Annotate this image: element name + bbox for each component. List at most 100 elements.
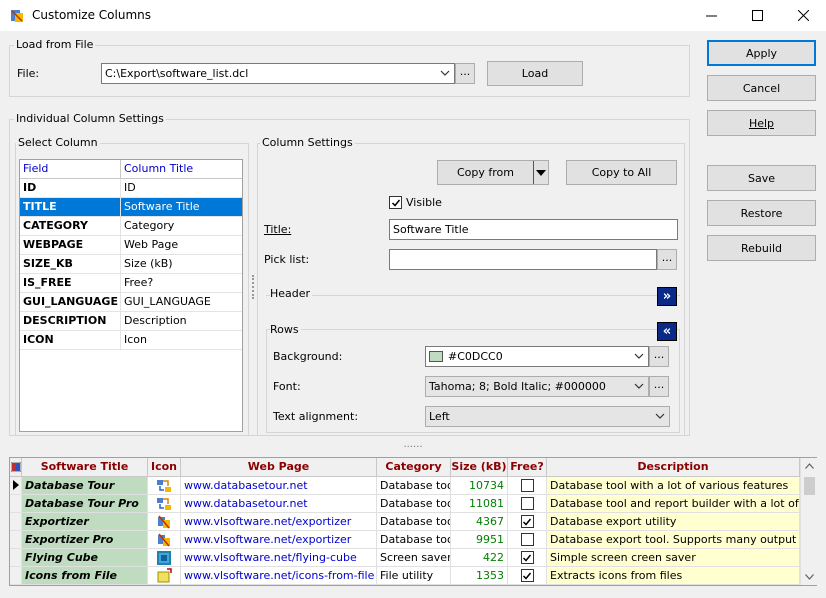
grid-header-title[interactable]: Software Title — [22, 458, 148, 476]
row-indicator[interactable] — [10, 495, 22, 512]
title-label: Title: — [264, 223, 292, 236]
picklist-label: Pick list: — [264, 253, 310, 266]
text-alignment-combo[interactable]: Left — [425, 406, 670, 427]
field-list-row[interactable]: DESCRIPTION Description — [20, 312, 242, 331]
rebuild-button[interactable]: Rebuild — [707, 235, 816, 261]
header-section-label: Header — [270, 287, 313, 300]
grid-cell-title: Icons from File — [22, 567, 148, 584]
field-name: WEBPAGE — [20, 236, 121, 254]
grid-row[interactable]: Flying Cube www.vlsoftware.net/flying-cub… — [10, 549, 800, 567]
field-list-header: Field Column Title — [20, 160, 242, 179]
visible-check-box[interactable] — [389, 196, 402, 209]
close-button[interactable] — [780, 0, 826, 31]
app-icon — [11, 10, 23, 22]
grid-cell-free[interactable] — [508, 531, 547, 548]
maximize-icon — [751, 10, 763, 21]
grid-cell-webpage[interactable]: www.vlsoftware.net/icons-from-file — [181, 567, 377, 584]
font-combo[interactable]: Tahoma; 8; Bold Italic; #000000 — [425, 376, 649, 397]
grid-cell-free[interactable] — [508, 567, 547, 584]
expand-icon: » — [662, 289, 672, 304]
title-input[interactable]: Software Title — [389, 219, 678, 240]
row-indicator[interactable] — [10, 477, 22, 494]
scroll-up-icon[interactable] — [805, 463, 814, 469]
grid-header-webpage[interactable]: Web Page — [181, 458, 377, 476]
free-checkbox[interactable] — [520, 497, 534, 510]
minimize-button[interactable] — [688, 0, 734, 31]
file-path-combo[interactable]: C:\Export\software_list.dcl — [101, 63, 455, 84]
field-name: CATEGORY — [20, 217, 121, 235]
grid-cell-description: Database export tool. Supports many outp… — [547, 531, 800, 548]
text-alignment-value: Left — [429, 410, 450, 423]
maximize-button[interactable] — [734, 0, 780, 31]
field-list-row[interactable]: ICON Icon — [20, 331, 242, 350]
grid-cell-webpage[interactable]: www.databasetour.net — [181, 495, 377, 512]
free-checkbox[interactable] — [520, 551, 534, 564]
free-checkbox[interactable] — [520, 569, 534, 582]
field-list-row[interactable]: GUI_LANGUAGE GUI_LANGUAGE — [20, 293, 242, 312]
grid-header-free[interactable]: Free? — [508, 458, 547, 476]
grid-menu-icon — [11, 462, 21, 472]
grid-header-category[interactable]: Category — [377, 458, 451, 476]
grid-row[interactable]: Database Tour www.databasetour.net Databas… — [10, 477, 800, 495]
field-list-row[interactable]: WEBPAGE Web Page — [20, 236, 242, 255]
field-list-row[interactable]: TITLE Software Title — [20, 198, 242, 217]
field-list-row[interactable]: CATEGORY Category — [20, 217, 242, 236]
field-list-row[interactable]: SIZE_KB Size (kB) — [20, 255, 242, 274]
preview-grid[interactable]: Software Title Icon Web Page Category Si… — [9, 457, 817, 586]
grid-row[interactable]: Database Tour Pro www.databasetour.net Dat… — [10, 495, 800, 513]
grid-row[interactable]: Exportizer www.vlsoftware.net/exportizer D… — [10, 513, 800, 531]
grid-vertical-scrollbar[interactable] — [800, 458, 817, 585]
field-list-row[interactable]: IS_FREE Free? — [20, 274, 242, 293]
free-checkbox[interactable] — [520, 515, 534, 528]
file-browse-button[interactable]: ... — [455, 63, 475, 84]
field-name: TITLE — [20, 198, 121, 216]
grid-header-description[interactable]: Description — [547, 458, 800, 476]
field-column-title: Software Title — [124, 200, 200, 213]
grid-row[interactable]: Exportizer Pro www.vlsoftware.net/exporti… — [10, 531, 800, 549]
vertical-splitter[interactable] — [252, 275, 255, 299]
rows-collapse-button[interactable]: « — [657, 322, 677, 341]
grid-cell-title: Exportizer Pro — [22, 531, 148, 548]
visible-checkbox[interactable]: Visible — [389, 196, 442, 209]
load-button[interactable]: Load — [487, 61, 583, 86]
cancel-button[interactable]: Cancel — [707, 75, 816, 101]
grid-cell-webpage[interactable]: www.vlsoftware.net/exportizer — [181, 513, 377, 530]
free-checkbox[interactable] — [520, 533, 534, 546]
apply-button[interactable]: Apply — [707, 40, 816, 66]
row-indicator[interactable] — [10, 567, 22, 584]
field-column-title: Web Page — [124, 238, 179, 251]
picklist-input[interactable] — [389, 249, 657, 270]
background-browse-button[interactable]: ... — [649, 346, 669, 367]
horizontal-splitter[interactable]: ...... — [400, 440, 426, 450]
picklist-browse-button[interactable]: ... — [657, 249, 677, 270]
row-indicator[interactable] — [10, 513, 22, 530]
row-indicator[interactable] — [10, 531, 22, 548]
restore-button[interactable]: Restore — [707, 200, 816, 226]
grid-cell-webpage[interactable]: www.vlsoftware.net/exportizer — [181, 531, 377, 548]
row-indicator[interactable] — [10, 549, 22, 566]
grid-cell-size: 11081 — [451, 495, 508, 512]
scroll-thumb[interactable] — [804, 477, 815, 495]
scroll-down-icon[interactable] — [805, 574, 814, 580]
grid-header-size[interactable]: Size (kB) — [451, 458, 508, 476]
save-button[interactable]: Save — [707, 165, 816, 191]
grid-cell-free[interactable] — [508, 513, 547, 530]
grid-cell-size: 9951 — [451, 531, 508, 548]
grid-header-icon[interactable]: Icon — [148, 458, 181, 476]
grid-cell-free[interactable] — [508, 477, 547, 494]
grid-row[interactable]: Icons from File www.vlsoftware.net/icons-… — [10, 567, 800, 585]
grid-cell-free[interactable] — [508, 495, 547, 512]
grid-cell-webpage[interactable]: www.databasetour.net — [181, 477, 377, 494]
grid-cell-free[interactable] — [508, 549, 547, 566]
field-list-row[interactable]: ID ID — [20, 179, 242, 198]
column-title-header: Column Title — [124, 162, 194, 175]
field-list[interactable]: Field Column Title ID ID TITLE Software Tit… — [19, 159, 243, 432]
copy-from-button[interactable]: Copy from — [437, 160, 549, 185]
copy-to-all-button[interactable]: Copy to All — [566, 160, 677, 185]
free-checkbox[interactable] — [520, 479, 534, 492]
font-browse-button[interactable]: ... — [649, 376, 669, 397]
help-button[interactable]: Help — [707, 110, 816, 136]
header-expand-button[interactable]: » — [657, 287, 677, 306]
grid-cell-webpage[interactable]: www.vlsoftware.net/flying-cube — [181, 549, 377, 566]
background-combo[interactable]: #C0DCC0 — [425, 346, 649, 367]
